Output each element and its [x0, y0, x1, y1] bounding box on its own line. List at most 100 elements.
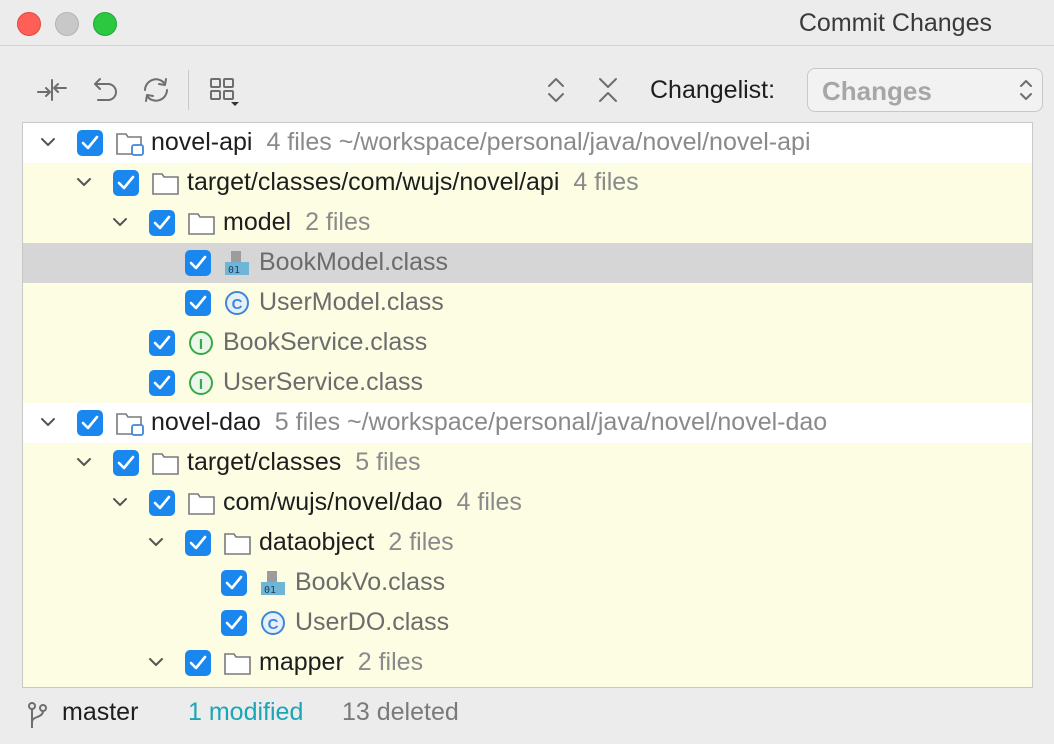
tree-row[interactable]: target/classes/com/wujs/novel/api 4 files: [23, 163, 1032, 203]
undo-icon[interactable]: [84, 70, 124, 110]
tree-row[interactable]: novel-dao 5 files ~/workspace/personal/ja…: [23, 403, 1032, 443]
tree-row[interactable]: 01 BookModel.class: [23, 243, 1032, 283]
checkmark-icon: [153, 375, 171, 390]
maximize-window-button[interactable]: [93, 12, 117, 36]
git-branch-icon[interactable]: [26, 700, 48, 730]
chevron-down-icon[interactable]: [73, 171, 95, 193]
chevron-down-icon[interactable]: [37, 411, 59, 433]
module-icon: [115, 130, 145, 156]
checkbox[interactable]: [149, 490, 175, 516]
chevron-down-icon[interactable]: [73, 451, 95, 473]
close-window-button[interactable]: [17, 12, 41, 36]
checkbox[interactable]: [221, 610, 247, 636]
toolbar: Changelist: Changes: [0, 46, 1054, 122]
checkbox[interactable]: [149, 330, 175, 356]
chevron-up-down-icon: [1020, 80, 1032, 100]
tree-row-label: mapper: [259, 648, 344, 676]
tree-row-count: 2 files: [357, 648, 424, 676]
tree-row[interactable]: I UserService.class: [23, 363, 1032, 403]
tree-row-label: target/classes/com/wujs/novel/api: [187, 168, 560, 196]
tree-row-label: BookModel.class: [259, 248, 448, 276]
tree-row-label: BookService.class: [223, 328, 428, 356]
chevron-down-icon[interactable]: [145, 531, 167, 553]
checkmark-icon: [153, 495, 171, 510]
svg-text:I: I: [199, 376, 203, 393]
chevron-down-icon[interactable]: [109, 211, 131, 233]
svg-text:I: I: [199, 336, 203, 353]
binary-class-file-icon: 01: [223, 250, 253, 276]
checkbox[interactable]: [149, 210, 175, 236]
tree-row-count: 4 files ~/workspace/personal/java/novel/…: [266, 128, 811, 156]
tree-row[interactable]: C UserModel.class: [23, 283, 1032, 323]
tree-row-label: novel-dao: [151, 408, 261, 436]
checkbox[interactable]: [77, 410, 103, 436]
tree-row[interactable]: I BookService.class: [23, 323, 1032, 363]
tree-row-label: BookVo.class: [295, 568, 446, 596]
tree-row[interactable]: 01 BookVo.class: [23, 563, 1032, 603]
checkmark-icon: [189, 295, 207, 310]
checkmark-icon: [153, 215, 171, 230]
chevron-down-icon[interactable]: [37, 131, 59, 153]
checkbox[interactable]: [77, 130, 103, 156]
tree-row[interactable]: target/classes 5 files: [23, 443, 1032, 483]
deleted-count[interactable]: 13 deleted: [342, 698, 459, 727]
collapse-all-icon[interactable]: [32, 70, 72, 110]
tree-row-label: UserModel.class: [259, 288, 444, 316]
chevron-down-icon[interactable]: [145, 651, 167, 673]
collapse-icon[interactable]: [588, 70, 628, 110]
tree-row-count: 2 files: [388, 528, 454, 556]
tree-row-count: 5 files ~/workspace/personal/java/novel/…: [274, 408, 828, 436]
interface-file-icon: I: [187, 370, 217, 396]
tree-row[interactable]: novel-api 4 files ~/workspace/personal/ja…: [23, 123, 1032, 163]
tree-row-label: dataobject: [259, 528, 375, 556]
checkmark-icon: [225, 575, 243, 590]
changes-tree[interactable]: novel-api 4 files ~/workspace/personal/ja…: [22, 122, 1033, 688]
expand-icon[interactable]: [536, 70, 576, 110]
checkbox[interactable]: [185, 530, 211, 556]
checkmark-icon: [117, 175, 135, 190]
changelist-value: Changes: [822, 76, 932, 106]
modified-count[interactable]: 1 modified: [188, 698, 303, 727]
svg-text:01: 01: [264, 585, 276, 596]
window-title: Commit Changes: [798, 9, 992, 37]
checkbox[interactable]: [185, 650, 211, 676]
folder-icon: [223, 530, 253, 556]
binary-class-file-icon: 01: [259, 570, 289, 596]
tree-row[interactable]: mapper 2 files: [23, 643, 1032, 683]
tree-row-count: 4 files: [573, 168, 639, 196]
status-bar: master 1 modified 13 deleted: [0, 688, 1054, 744]
tree-row-label: com/wujs/novel/dao: [223, 488, 443, 516]
tree-row[interactable]: dataobject 2 files: [23, 523, 1032, 563]
group-by-icon[interactable]: [204, 70, 244, 110]
minimize-window-button[interactable]: [55, 12, 79, 36]
class-file-icon: C: [223, 290, 253, 316]
toolbar-separator: [188, 70, 189, 110]
checkbox[interactable]: [113, 450, 139, 476]
tree-row[interactable]: com/wujs/novel/dao 4 files: [23, 483, 1032, 523]
folder-icon: [151, 170, 181, 196]
checkbox[interactable]: [185, 290, 211, 316]
tree-row-label: UserService.class: [223, 368, 424, 396]
tree-row[interactable]: C UserDO.class: [23, 603, 1032, 643]
checkmark-icon: [81, 135, 99, 150]
svg-text:C: C: [268, 616, 279, 633]
svg-text:C: C: [232, 296, 243, 313]
tree-row-count: 2 files: [305, 208, 371, 236]
checkbox[interactable]: [185, 250, 211, 276]
chevron-down-icon[interactable]: [109, 491, 131, 513]
checkbox[interactable]: [149, 370, 175, 396]
refresh-icon[interactable]: [136, 70, 176, 110]
checkmark-icon: [189, 255, 207, 270]
branch-name[interactable]: master: [62, 698, 138, 727]
changelist-select[interactable]: Changes: [807, 68, 1043, 112]
checkmark-icon: [81, 415, 99, 430]
checkbox[interactable]: [221, 570, 247, 596]
title-bar: Commit Changes: [0, 0, 1054, 46]
folder-icon: [223, 650, 253, 676]
module-icon: [115, 410, 145, 436]
checkmark-icon: [189, 655, 207, 670]
svg-text:01: 01: [228, 265, 240, 276]
tree-row-label: UserDO.class: [295, 608, 450, 636]
tree-row[interactable]: model 2 files: [23, 203, 1032, 243]
checkbox[interactable]: [113, 170, 139, 196]
